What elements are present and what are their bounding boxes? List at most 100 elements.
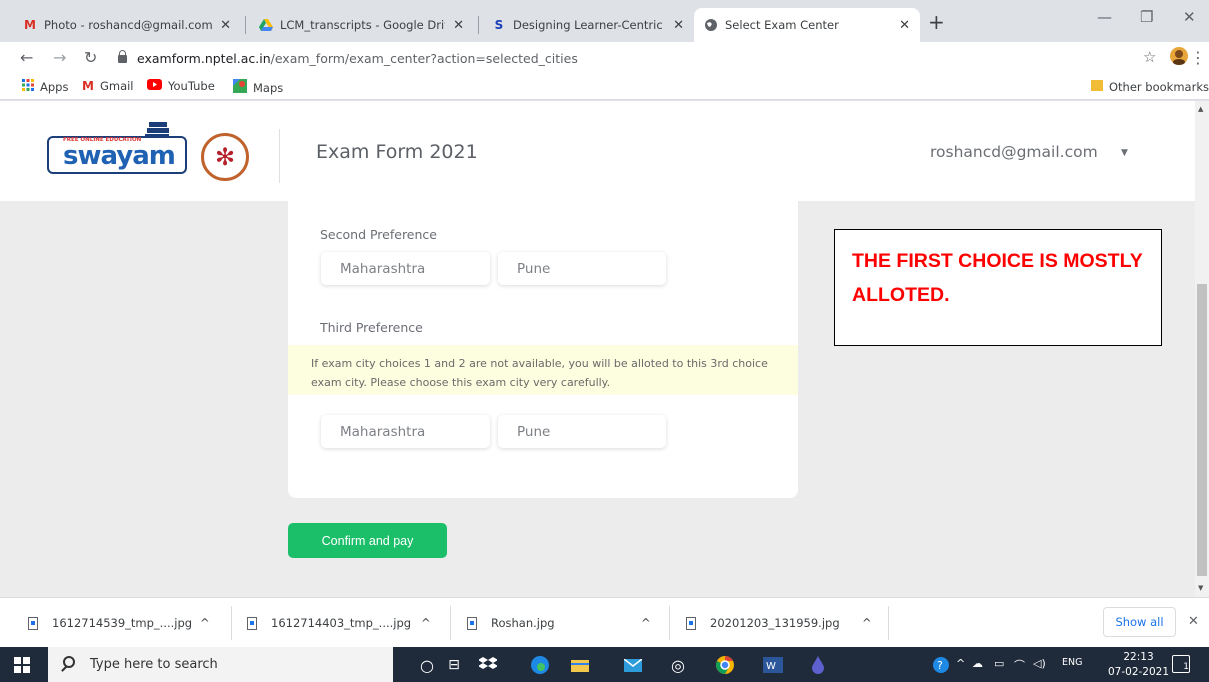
close-tab-icon[interactable]: ✕ xyxy=(673,18,684,33)
paint-drop-icon[interactable] xyxy=(806,653,830,677)
chevron-up-icon[interactable]: ^ xyxy=(200,598,210,648)
bookmark-gmail[interactable]: M Gmail xyxy=(82,79,134,93)
s-logo-icon: S xyxy=(494,18,504,32)
logo-wordmark: swayam xyxy=(63,141,176,171)
chevron-up-icon[interactable]: ^ xyxy=(862,598,872,648)
system-clock[interactable]: 22:13 07-02-2021 xyxy=(1108,650,1169,680)
network-status-icon[interactable]: ☁ xyxy=(972,657,983,670)
tab-separator xyxy=(478,16,479,34)
logo-frame: FREE ONLINE EDUCATION swayam xyxy=(47,136,187,174)
show-hidden-icons[interactable]: ^ xyxy=(956,657,965,670)
chevron-up-icon[interactable]: ^ xyxy=(641,598,651,648)
scroll-down-icon[interactable]: ▼ xyxy=(1198,584,1203,592)
user-menu-email[interactable]: roshancd@gmail.com xyxy=(930,143,1098,161)
url-host: examform.nptel.ac.in xyxy=(137,50,271,66)
chrome-icon[interactable] xyxy=(713,653,737,677)
action-center-icon[interactable]: 1 xyxy=(1172,655,1190,673)
task-view-icon[interactable]: ⊟ xyxy=(442,653,466,677)
wifi-icon[interactable]: ⌒ xyxy=(1014,657,1025,673)
chevron-down-icon[interactable]: ▼ xyxy=(1121,148,1128,158)
download-filename: 20201203_131959.jpg xyxy=(710,616,840,630)
third-preference-label: Third Preference xyxy=(320,320,423,335)
second-city-select[interactable]: Pune xyxy=(498,252,666,285)
volume-icon[interactable]: ◁) xyxy=(1033,657,1046,670)
close-tab-icon[interactable]: ✕ xyxy=(453,18,464,33)
close-tab-icon[interactable]: ✕ xyxy=(220,18,231,33)
bookmarks-bar: Apps M Gmail YouTube Maps Other bookmark… xyxy=(0,74,1209,100)
bookmark-youtube[interactable]: YouTube xyxy=(147,79,215,93)
download-filename: 1612714539_tmp_....jpg xyxy=(52,616,193,630)
window-close-icon[interactable]: ✕ xyxy=(1183,8,1196,26)
tab-title: Photo - roshancd@gmail.com - G xyxy=(44,18,213,32)
bookmark-star-icon[interactable]: ☆ xyxy=(1143,48,1156,66)
windows-start-icon[interactable] xyxy=(14,657,30,673)
scrollbar-thumb[interactable] xyxy=(1197,284,1207,576)
menu-icon[interactable]: ⋮ xyxy=(1190,48,1206,67)
exam-center-card: Second Preference Maharashtra Pune Third… xyxy=(288,201,798,498)
cortana-icon[interactable]: ○ xyxy=(415,653,439,677)
bookmark-apps[interactable]: Apps xyxy=(22,79,68,94)
address-bar[interactable]: examform.nptel.ac.in/exam_form/exam_cent… xyxy=(118,45,1118,71)
gmail-icon: M xyxy=(82,79,94,93)
close-tab-icon[interactable]: ✕ xyxy=(899,18,910,33)
emblem-seal-icon: ✻ xyxy=(201,133,249,181)
tab-google-drive[interactable]: LCM_transcripts - Google Drive ✕ xyxy=(249,8,474,42)
header-divider xyxy=(279,129,280,183)
scroll-up-icon[interactable]: ▲ xyxy=(1198,105,1203,113)
swayam-logo[interactable]: FREE ONLINE EDUCATION swayam xyxy=(47,121,190,179)
tab-gmail-photo[interactable]: M Photo - roshancd@gmail.com - G ✕ xyxy=(13,8,241,42)
forward-arrow-icon[interactable]: → xyxy=(53,48,66,67)
bookmark-label: Other bookmarks xyxy=(1109,79,1209,94)
taskbar-search-input[interactable]: Type here to search xyxy=(48,647,393,682)
bookmark-other[interactable]: Other bookmarks xyxy=(1091,79,1209,94)
page-scrollbar[interactable]: ▲ ▼ xyxy=(1195,101,1209,597)
show-all-button[interactable]: Show all xyxy=(1103,607,1176,637)
annotation-callout: THE FIRST CHOICE IS MOSTLY ALLOTED. xyxy=(834,229,1162,346)
battery-icon[interactable]: ▭ xyxy=(994,657,1004,670)
chevron-up-icon[interactable]: ^ xyxy=(421,598,431,648)
browser-toolbar: ← → ↻ examform.nptel.ac.in/exam_form/exa… xyxy=(0,42,1209,74)
bookmark-label: Apps xyxy=(40,79,69,94)
image-file-icon xyxy=(247,616,257,630)
dropbox-icon[interactable] xyxy=(476,653,500,677)
restore-icon[interactable]: ❐ xyxy=(1140,8,1153,26)
third-choice-warning: If exam city choices 1 and 2 are not ava… xyxy=(288,345,798,395)
new-tab-button[interactable]: + xyxy=(928,10,945,34)
file-explorer-icon[interactable] xyxy=(568,653,592,677)
reload-icon[interactable]: ↻ xyxy=(84,48,97,67)
mail-icon[interactable] xyxy=(621,653,645,677)
help-icon[interactable]: ? xyxy=(929,653,953,677)
word-icon[interactable]: W xyxy=(761,653,785,677)
bookmark-maps[interactable]: Maps xyxy=(233,79,283,96)
download-item[interactable]: Roshan.jpg xyxy=(467,598,555,648)
svg-text:?: ? xyxy=(937,659,943,672)
second-preference-label: Second Preference xyxy=(320,227,437,242)
third-state-select[interactable]: Maharashtra xyxy=(321,415,490,448)
image-file-icon xyxy=(467,616,477,630)
downloads-bar: 1612714539_tmp_....jpg ^ 1612714403_tmp_… xyxy=(0,597,1209,647)
tab-designing-mooc[interactable]: S Designing Learner-Centric MOOC ✕ xyxy=(482,8,694,42)
tab-select-exam-center[interactable]: Select Exam Center ✕ xyxy=(694,8,920,42)
download-filename: 1612714403_tmp_....jpg xyxy=(271,616,412,630)
third-city-select[interactable]: Pune xyxy=(498,415,666,448)
site-header: FREE ONLINE EDUCATION swayam ✻ Exam Form… xyxy=(0,101,1195,201)
profile-avatar[interactable] xyxy=(1169,46,1189,70)
download-item[interactable]: 1612714539_tmp_....jpg xyxy=(28,598,192,648)
close-downloads-icon[interactable]: ✕ xyxy=(1188,614,1199,629)
page-title: Exam Form 2021 xyxy=(316,141,478,163)
circle-app-icon[interactable]: ◎ xyxy=(666,653,690,677)
edge-icon[interactable] xyxy=(528,653,552,677)
second-state-select[interactable]: Maharashtra xyxy=(321,252,490,285)
download-separator xyxy=(450,606,451,640)
language-indicator[interactable]: ENG xyxy=(1062,657,1082,668)
lock-icon xyxy=(118,50,127,63)
confirm-and-pay-button[interactable]: Confirm and pay xyxy=(288,523,447,558)
minimize-icon[interactable]: — xyxy=(1097,8,1112,26)
image-file-icon xyxy=(686,616,696,630)
tab-separator xyxy=(245,16,246,34)
bookmark-label: Gmail xyxy=(99,79,134,93)
download-item[interactable]: 20201203_131959.jpg xyxy=(686,598,840,648)
download-item[interactable]: 1612714403_tmp_....jpg xyxy=(247,598,411,648)
back-arrow-icon[interactable]: ← xyxy=(20,48,33,67)
download-separator xyxy=(231,606,232,640)
